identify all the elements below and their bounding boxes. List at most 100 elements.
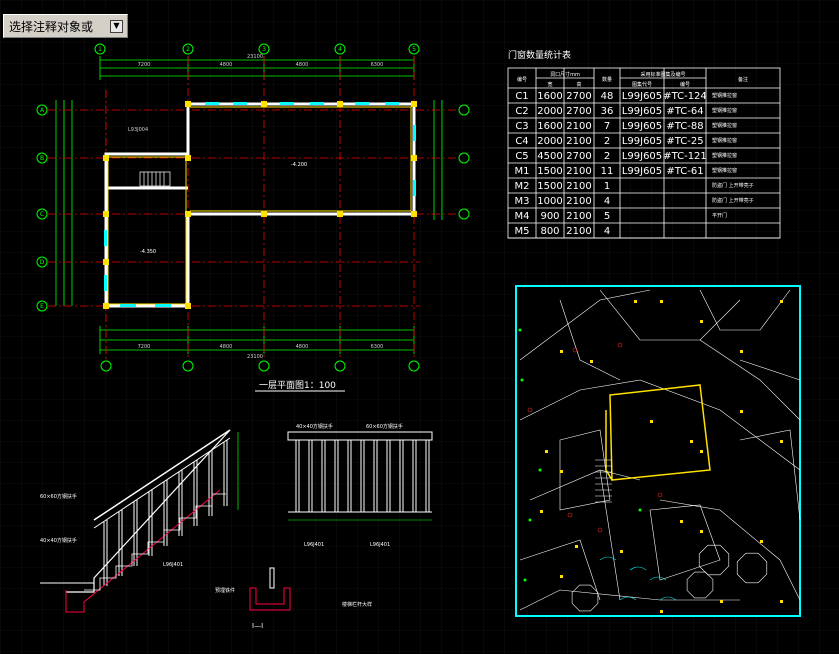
svg-text:塑钢推拉窗: 塑钢推拉窗 [712, 167, 737, 174]
table-header: 编号 [517, 76, 527, 83]
axis-label: 4 [338, 46, 342, 53]
dim-bottom-seg: 6300 [371, 344, 384, 350]
svg-text:2100: 2100 [566, 196, 591, 207]
svg-text:1500: 1500 [537, 181, 562, 192]
svg-text:L99J605: L99J605 [622, 136, 662, 147]
section-label: I—I [252, 622, 263, 630]
table-header: 数量 [602, 76, 612, 83]
svg-text:1500: 1500 [537, 166, 562, 177]
svg-text:1600: 1600 [537, 121, 562, 132]
svg-text:#TC-64: #TC-64 [666, 106, 703, 117]
svg-text:#TC-124: #TC-124 [663, 91, 707, 102]
svg-text:M3: M3 [515, 196, 530, 207]
site-plan-viewport[interactable] [515, 285, 801, 617]
label: L96J401 [163, 562, 183, 568]
cad-drawing-canvas[interactable]: 23100 7200 4800 4800 6300 23100 7200 480… [0, 0, 839, 654]
svg-text:L99J605: L99J605 [622, 106, 662, 117]
svg-text:M5: M5 [515, 226, 530, 237]
svg-text:2100: 2100 [566, 121, 591, 132]
label: 60×60方钢扶手 [40, 493, 77, 500]
axis-label: C [40, 211, 44, 218]
svg-text:塑钢推拉窗: 塑钢推拉窗 [712, 107, 737, 114]
label: 60×60方钢扶手 [366, 423, 403, 430]
table-header: 洞口尺寸mm [550, 71, 580, 78]
svg-text:平开门: 平开门 [712, 212, 727, 219]
svg-text:48: 48 [601, 91, 614, 102]
table-row: C5 4500 2700 2 L99J605 #TC-121 塑钢推拉窗 [515, 151, 737, 162]
elevation-label: -4.200 [291, 162, 307, 168]
svg-text:2000: 2000 [537, 136, 562, 147]
svg-text:L99J605: L99J605 [622, 166, 662, 177]
command-prompt-box[interactable]: 选择注释对象或 ▼ [3, 14, 128, 38]
table-header: 备注 [738, 76, 748, 83]
axis-label: E [40, 303, 44, 310]
svg-text:2700: 2700 [566, 151, 591, 162]
table-header: 图集代号 [632, 81, 652, 88]
svg-text:2000: 2000 [537, 106, 562, 117]
dim-top-seg: 4800 [220, 62, 233, 68]
label: 楼梯栏杆大样 [342, 601, 372, 608]
axis-label: 1 [98, 46, 102, 53]
svg-text:塑钢推拉窗: 塑钢推拉窗 [712, 92, 737, 99]
svg-text:M1: M1 [515, 166, 530, 177]
dim-top-seg: 7200 [138, 62, 151, 68]
svg-text:L99J605: L99J605 [622, 151, 662, 162]
dim-top-seg: 6300 [371, 62, 384, 68]
axis-label: 2 [186, 46, 190, 53]
svg-text:1: 1 [604, 181, 610, 192]
label: 预埋铁件 [215, 587, 235, 594]
label: L96J401 [370, 542, 390, 548]
svg-text:4500: 4500 [537, 151, 562, 162]
svg-text:L99J605: L99J605 [622, 121, 662, 132]
dim-bottom-total: 23100 [247, 354, 263, 360]
axis-label: 3 [262, 46, 266, 53]
label: 40×40方钢扶手 [40, 537, 77, 544]
svg-text:塑钢推拉窗: 塑钢推拉窗 [712, 137, 737, 144]
plan-title: 一层平面图1：100 [259, 380, 336, 391]
table-header: 采用标准图集及编号 [640, 71, 685, 78]
svg-text:2100: 2100 [566, 136, 591, 147]
svg-text:4: 4 [604, 196, 610, 207]
svg-text:M2: M2 [515, 181, 530, 192]
table-title: 门窗数量统计表 [508, 49, 571, 61]
dim-bottom-seg: 7200 [138, 344, 151, 350]
svg-text:#TC-61: #TC-61 [666, 166, 703, 177]
stair-reference: L93J004 [128, 127, 148, 133]
svg-text:1600: 1600 [537, 91, 562, 102]
svg-text:36: 36 [601, 106, 614, 117]
svg-text:C2: C2 [515, 106, 528, 117]
svg-text:2700: 2700 [566, 91, 591, 102]
svg-text:2: 2 [604, 136, 610, 147]
dim-top-total: 23100 [247, 54, 263, 60]
elevation-label: -4.350 [140, 249, 156, 255]
svg-text:7: 7 [604, 121, 610, 132]
svg-text:4: 4 [604, 226, 610, 237]
chevron-down-icon[interactable]: ▼ [110, 19, 123, 33]
dim-bottom-seg: 4800 [296, 344, 309, 350]
svg-text:C1: C1 [515, 91, 528, 102]
svg-text:11: 11 [601, 166, 614, 177]
svg-text:C4: C4 [515, 136, 528, 147]
svg-text:#TC-121: #TC-121 [663, 151, 707, 162]
table-header: 宽 [547, 81, 552, 88]
table-row: C1 1600 2700 48 L99J605 #TC-124 塑钢推拉窗 [515, 91, 737, 102]
dim-top-seg: 4800 [296, 62, 309, 68]
svg-text:#TC-25: #TC-25 [666, 136, 703, 147]
svg-text:900: 900 [540, 211, 559, 222]
svg-text:防盗门 上开带亮子: 防盗门 上开带亮子 [712, 182, 754, 189]
svg-text:L99J605: L99J605 [622, 91, 662, 102]
svg-text:800: 800 [540, 226, 559, 237]
table-header: 编号 [680, 81, 690, 88]
svg-text:2100: 2100 [566, 166, 591, 177]
svg-text:2700: 2700 [566, 106, 591, 117]
svg-text:防盗门 上开带亮子: 防盗门 上开带亮子 [712, 197, 754, 204]
label: 40×40方钢扶手 [296, 423, 333, 430]
svg-text:C5: C5 [515, 151, 528, 162]
svg-text:C3: C3 [515, 121, 528, 132]
svg-text:1000: 1000 [537, 196, 562, 207]
axis-label: 5 [412, 46, 416, 53]
label: L96J401 [304, 542, 324, 548]
axis-label: D [40, 259, 45, 266]
svg-text:2100: 2100 [566, 211, 591, 222]
svg-text:#TC-88: #TC-88 [666, 121, 703, 132]
